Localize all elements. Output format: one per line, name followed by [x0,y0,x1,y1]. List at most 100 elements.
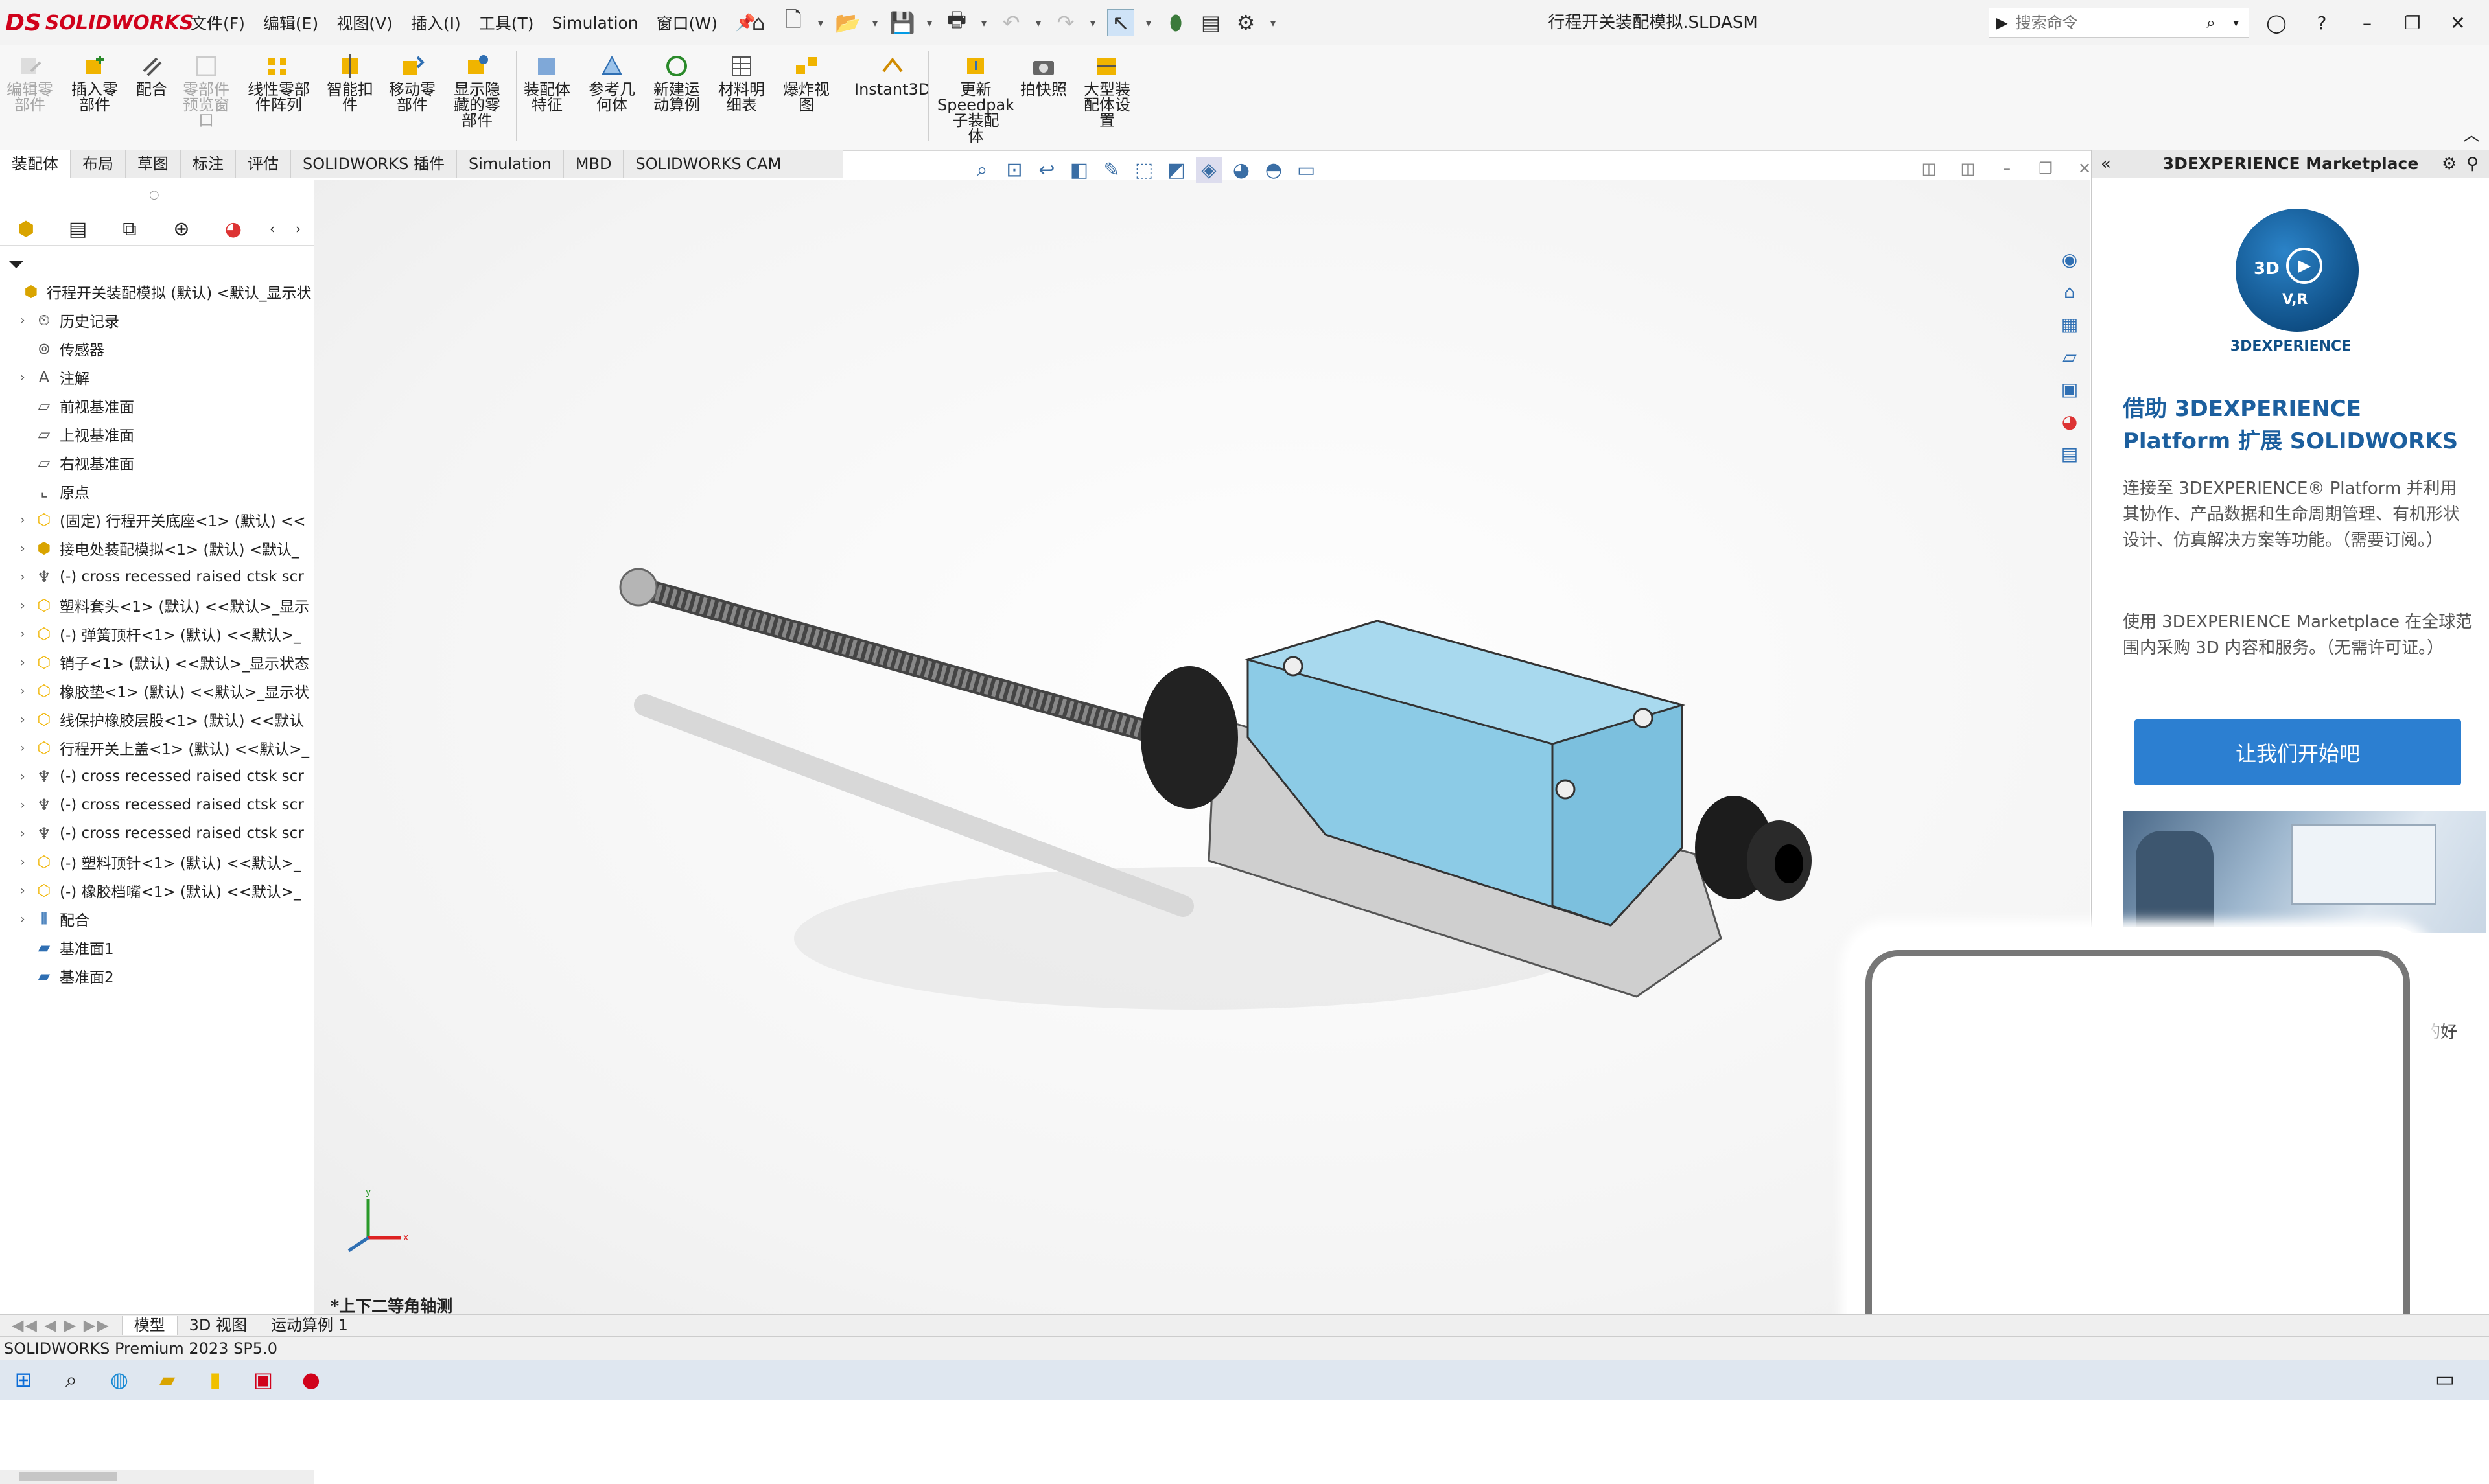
expand-arrow-icon[interactable]: › [13,912,32,926]
chevron-down-icon[interactable]: ▾ [1143,10,1154,36]
tree-node[interactable]: › ⬡ (-) 橡胶档嘴<1> (默认) <<默认>_ [0,876,314,905]
assembly-features-button[interactable]: 装配体 特征 [524,52,570,113]
chevron-down-icon[interactable]: ▾ [870,10,880,36]
expand-arrow-icon[interactable]: › [13,599,32,612]
search-icon[interactable]: ⌕ [2199,14,2224,32]
tree-node[interactable]: ▱ 前视基准面 [0,391,314,420]
expand-arrow-icon[interactable]: › [13,884,32,898]
tree-node[interactable]: ▰ 基准面1 [0,933,314,962]
viewport-minimize-icon[interactable]: – [1996,158,2017,179]
tab-scroll-right-icon[interactable]: › [285,214,311,244]
viewport-restore-icon[interactable]: ❐ [2035,158,2056,179]
notification-icon[interactable]: ▭ [2432,1366,2458,1392]
tree-node[interactable]: ▱ 右视基准面 [0,448,314,477]
display-manager-tab-icon[interactable]: ◕ [207,214,259,244]
view-settings-icon[interactable]: ▭ [1293,157,1319,183]
home-icon[interactable]: ⌂ [745,10,771,36]
tree-node[interactable]: ⌞ 原点 [0,477,314,505]
open-folder-icon[interactable]: 📂 [835,10,861,36]
solidworks-taskbar-icon[interactable]: ▣ [250,1367,276,1393]
chevron-down-icon[interactable]: ▾ [1088,10,1098,36]
menu-insert[interactable]: 插入(I) [402,11,470,34]
expand-arrow-icon[interactable]: › [13,684,32,698]
expand-arrow-icon[interactable]: › [13,656,32,669]
tree-node[interactable]: › ⏲ 历史记录 [0,306,314,334]
property-manager-tab-icon[interactable]: ▤ [52,214,104,244]
expand-arrow-icon[interactable]: › [13,513,32,527]
expand-arrow-icon[interactable]: › [13,770,32,783]
apply-scene-icon[interactable]: ◓ [1261,157,1287,183]
tree-node[interactable]: › ⫴ 配合 [0,905,314,933]
tree-node[interactable]: › ⬡ 线保护橡胶层股<1> (默认) <<默认 [0,705,314,734]
zoom-to-area-icon[interactable]: ⊡ [1001,157,1027,183]
move-component-button[interactable]: 移动零 部件 [389,52,436,113]
tree-node[interactable]: › ⬡ (固定) 行程开关底座<1> (默认) << [0,505,314,534]
menu-file[interactable]: 文件(F) [181,11,254,34]
help-icon[interactable]: ? [2308,8,2336,37]
edit-appearance-icon[interactable]: ◕ [1228,157,1254,183]
solidworks-resources-icon[interactable]: ⌂ [2055,279,2085,305]
tree-node[interactable]: ▱ 上视基准面 [0,420,314,448]
tree-node[interactable]: › ⬢ 接电处装配模拟<1> (默认) <默认_ [0,534,314,562]
search-icon[interactable]: ⌕ [58,1367,84,1393]
filter-icon[interactable]: ⏷ [8,251,25,277]
menu-edit[interactable]: 编辑(E) [254,11,327,34]
tile-left-icon[interactable]: ◫ [1919,158,1939,179]
feature-manager-tab-icon[interactable]: ⬢ [0,214,52,244]
appearances-scenes-icon[interactable]: ◕ [2055,408,2085,434]
save-icon[interactable]: 💾 [889,10,915,36]
3dexperience-tab-icon[interactable]: ◉ [2055,246,2085,272]
search-input[interactable] [2014,13,2199,32]
tree-node[interactable]: › ⬡ 橡胶垫<1> (默认) <<默认>_显示状 [0,677,314,705]
tab-scroll-left-icon[interactable]: ‹ [259,214,285,244]
show-hidden-components-button[interactable]: 显示隐 藏的零 部件 [454,52,500,128]
menu-view[interactable]: 视图(V) [327,11,402,34]
record-icon[interactable]: ● [298,1367,324,1393]
collapse-ribbon-icon[interactable]: ︿ [2463,122,2480,146]
account-icon[interactable]: ◯ [2262,8,2291,37]
tree-node[interactable]: › ⬡ (-) 弹簧顶杆<1> (默认) <<默认>_ [0,620,314,648]
menu-window[interactable]: 窗口(W) [648,11,727,34]
update-speedpak-button[interactable]: 更新 Speedpak 子装配 体 [937,52,1014,144]
dynamic-annotation-icon[interactable]: ✎ [1099,157,1125,183]
tree-node[interactable]: › ♆ (-) cross recessed raised ctsk scr [0,562,314,591]
expand-arrow-icon[interactable]: › [13,570,32,584]
smart-fasteners-button[interactable]: 智能扣 件 [327,52,373,113]
expand-arrow-icon[interactable]: › [13,627,32,641]
tab-nav-arrows-icon[interactable]: ◀◀ ◀ ▶ ▶▶ [0,1316,123,1335]
tree-node[interactable]: › ♆ (-) cross recessed raised ctsk scr [0,791,314,819]
menu-simulation[interactable]: Simulation [543,14,647,32]
expand-arrow-icon[interactable]: › [13,855,32,869]
section-view-icon[interactable]: ◧ [1066,157,1092,183]
tree-node[interactable]: › A 注解 [0,363,314,391]
solidworks-logo[interactable]: DS SOLIDWORKS [5,9,194,36]
previous-view-icon[interactable]: ↩ [1034,157,1060,183]
tree-node[interactable]: ⬢ 行程开关装配模拟 (默认) <默认_显示状 [0,277,314,306]
new-document-icon[interactable]: 🗋 [780,7,806,36]
new-motion-study-button[interactable]: 新建运 动算例 [653,52,700,113]
redo-icon[interactable]: ↷ [1053,10,1079,36]
select-cursor-icon[interactable]: ↖ [1107,9,1134,36]
dimxpert-tab-icon[interactable]: ⊕ [156,214,207,244]
expand-arrow-icon[interactable]: › [13,827,32,841]
configuration-manager-tab-icon[interactable]: ⧉ [104,214,156,244]
chevron-down-icon[interactable]: ▾ [924,10,935,36]
exploded-view-button[interactable]: 爆炸视 图 [783,52,830,113]
view-palette-icon[interactable]: ▣ [2055,376,2085,402]
model-view[interactable] [314,180,2090,1314]
view-orientation-icon[interactable]: ⬚ [1131,157,1157,183]
insert-component-button[interactable]: 插入零 部件 [71,52,118,113]
linear-pattern-button[interactable]: 线性零部 件阵列 [248,52,310,113]
tab-markup[interactable]: 标注 [181,150,236,178]
tab-motion-study-1[interactable]: 运动算例 1 [259,1316,360,1335]
chevron-down-icon[interactable]: ▾ [815,10,826,36]
tree-node[interactable]: › ⬡ 行程开关上盖<1> (默认) <<默认>_ [0,734,314,762]
hide-show-items-icon[interactable]: ◈ [1196,157,1222,183]
file-properties-icon[interactable]: ▤ [1198,10,1224,36]
tab-3d-views[interactable]: 3D 视图 [178,1316,260,1335]
tab-evaluate[interactable]: 评估 [236,150,291,178]
scrollbar-thumb[interactable] [19,1472,117,1481]
print-icon[interactable]: 🖶 [944,7,970,36]
design-library-icon[interactable]: ▦ [2055,311,2085,337]
tab-assembly[interactable]: 装配体 [0,150,71,178]
